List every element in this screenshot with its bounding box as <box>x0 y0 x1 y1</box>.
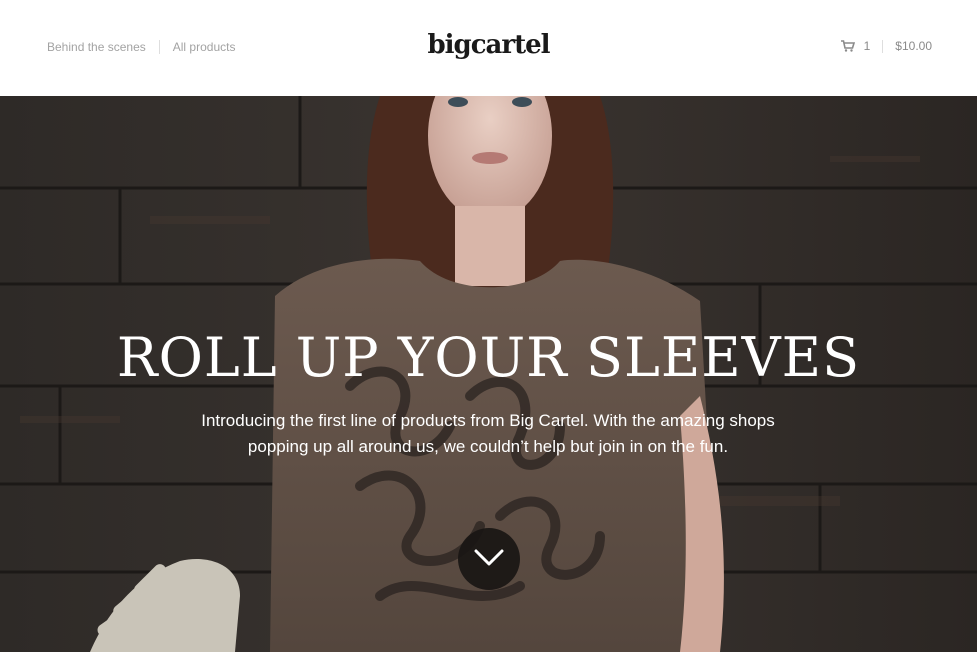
site-logo[interactable]: bigcartel <box>0 30 977 60</box>
hero-banner: ROLL UP YOUR SLEEVES Introducing the fir… <box>0 96 977 652</box>
cart-total[interactable]: $10.00 <box>895 39 932 53</box>
cart-count[interactable]: 1 <box>864 39 871 53</box>
cart-summary[interactable]: 1 $10.00 <box>840 39 932 53</box>
cart-icon[interactable] <box>840 40 855 52</box>
hero-description: Introducing the first line of products f… <box>201 411 775 456</box>
chevron-down-icon[interactable] <box>474 548 504 568</box>
scroll-down-button[interactable] <box>458 528 520 590</box>
hero-title: ROLL UP YOUR SLEEVES <box>116 326 861 389</box>
cart-divider <box>882 39 884 53</box>
site-header: Behind the scenes All products bigcartel… <box>0 0 977 96</box>
